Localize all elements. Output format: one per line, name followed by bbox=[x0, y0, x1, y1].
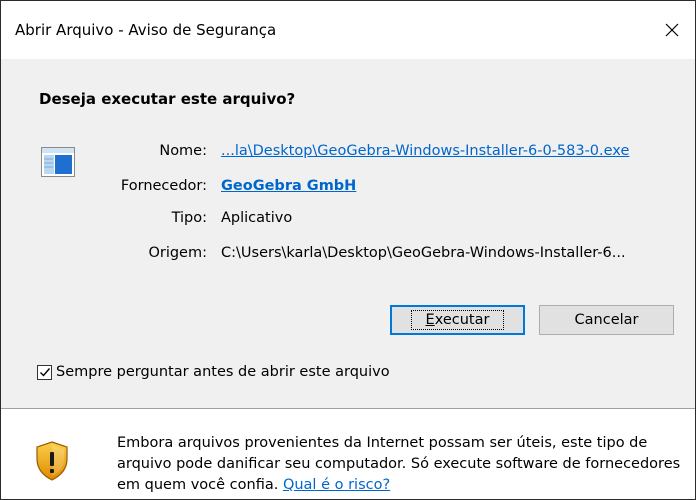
dialog-heading: Deseja executar este arquivo? bbox=[39, 90, 296, 108]
always-ask-option[interactable]: Sempre perguntar antes de abrir este arq… bbox=[37, 364, 390, 380]
file-name-link[interactable]: ...la\Desktop\GeoGebra-Windows-Installer… bbox=[221, 143, 629, 159]
run-button[interactable]: Executar bbox=[390, 305, 525, 335]
always-ask-checkbox[interactable] bbox=[37, 364, 52, 380]
origin-label: Origem: bbox=[148, 245, 207, 261]
security-warning-dialog: Abrir Arquivo - Aviso de Segurança Desej… bbox=[0, 0, 696, 500]
warning-message: Embora arquivos provenientes da Internet… bbox=[117, 433, 687, 496]
name-label: Nome: bbox=[159, 143, 207, 159]
origin-value: C:\Users\karla\Desktop\GeoGebra-Windows-… bbox=[221, 245, 626, 261]
vendor-label: Fornecedor: bbox=[120, 178, 207, 194]
always-ask-label: Sempre perguntar antes de abrir este arq… bbox=[56, 364, 390, 380]
cancel-button[interactable]: Cancelar bbox=[539, 305, 674, 335]
run-button-label: xecutar bbox=[434, 312, 490, 328]
warning-text: Embora arquivos provenientes da Internet… bbox=[117, 435, 681, 493]
type-label: Tipo: bbox=[171, 210, 207, 226]
checkmark-icon bbox=[39, 368, 50, 377]
risk-link[interactable]: Qual é o risco? bbox=[283, 477, 390, 493]
run-accelerator: E bbox=[425, 312, 435, 328]
close-icon bbox=[665, 23, 679, 37]
security-shield-warning-icon bbox=[36, 441, 68, 481]
vendor-link[interactable]: GeoGebra GmbH bbox=[221, 178, 356, 194]
title-bar[interactable]: Abrir Arquivo - Aviso de Segurança bbox=[1, 1, 695, 59]
window-title: Abrir Arquivo - Aviso de Segurança bbox=[15, 21, 277, 39]
type-value: Aplicativo bbox=[221, 210, 293, 226]
close-button[interactable] bbox=[649, 1, 695, 59]
